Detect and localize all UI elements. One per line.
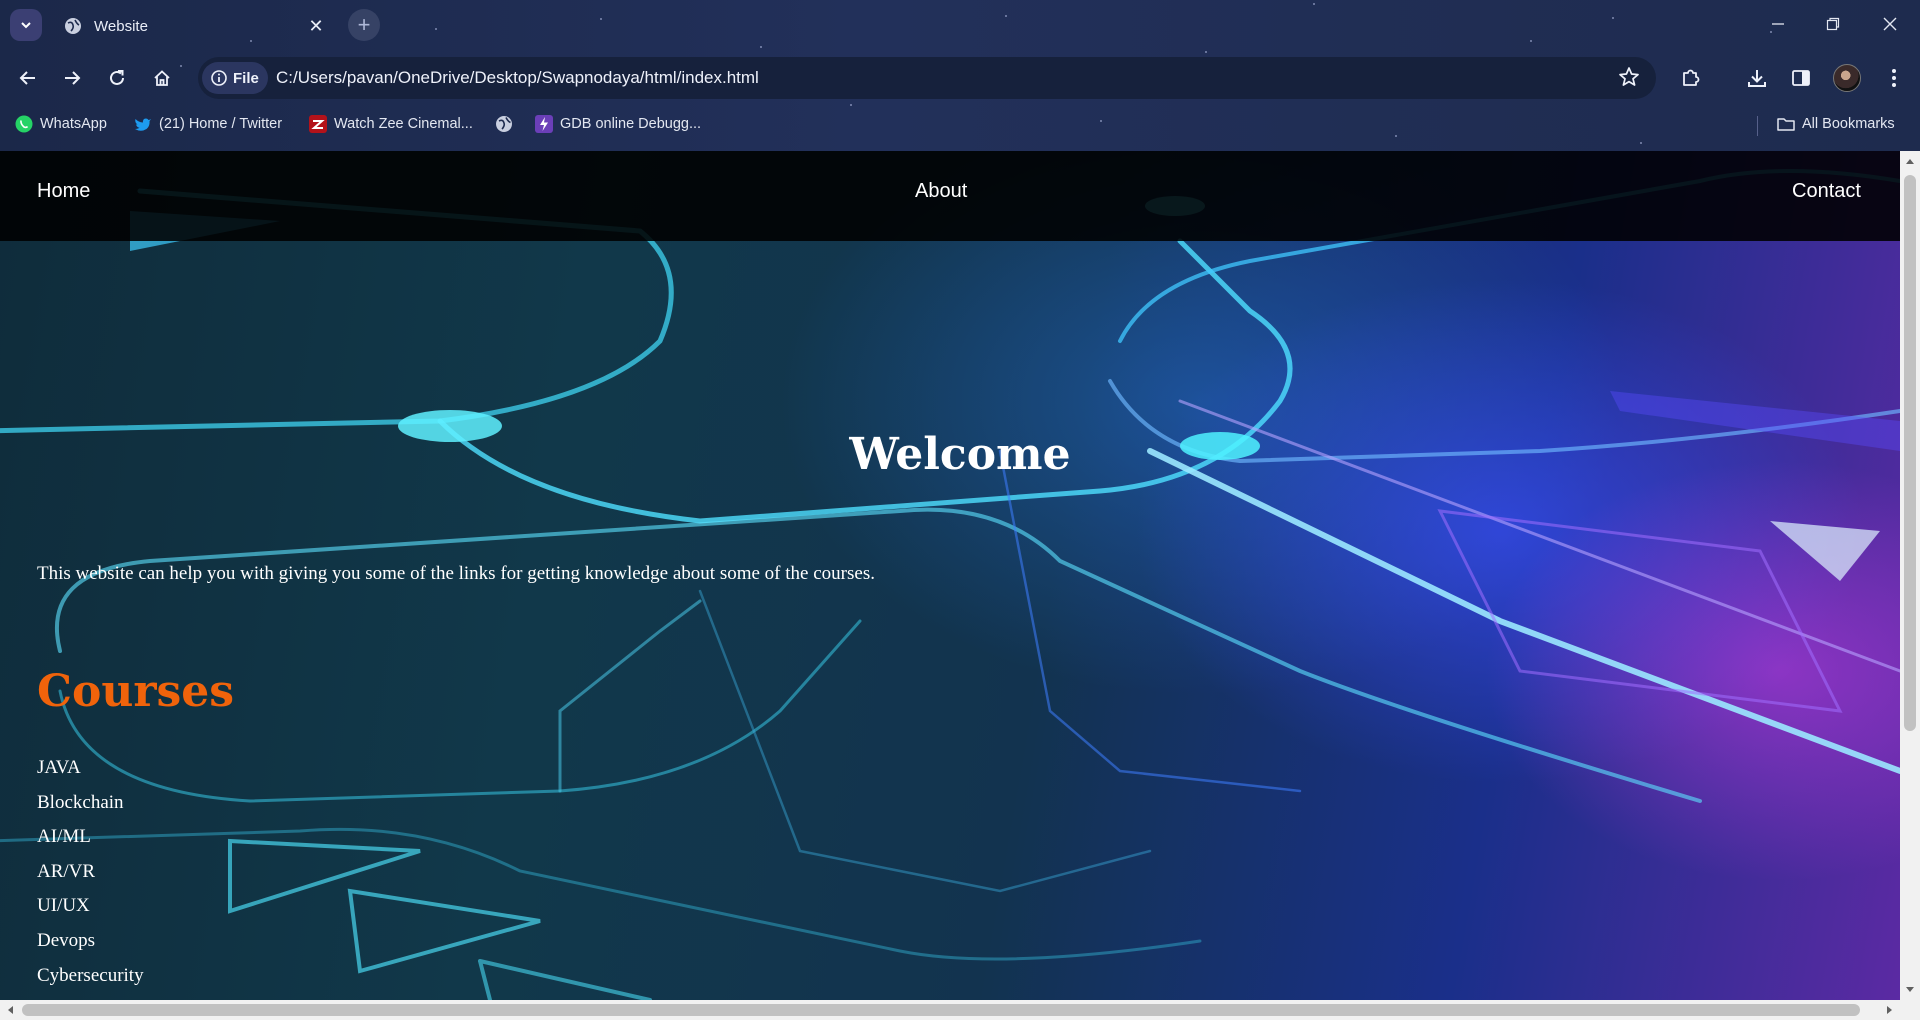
tab-title: Website	[94, 17, 148, 35]
home-icon	[154, 70, 170, 86]
downloads-button[interactable]	[1741, 62, 1773, 94]
tab-search-button[interactable]	[10, 9, 42, 41]
more-vertical-icon	[1892, 69, 1896, 87]
side-panel-button[interactable]	[1785, 62, 1817, 94]
twitter-icon	[133, 114, 153, 134]
bookmark-globe[interactable]	[494, 114, 520, 134]
bookmark-gdb[interactable]: GDB online Debugg...	[534, 114, 701, 134]
course-item: UI/UX	[37, 895, 90, 917]
bookmark-star-button[interactable]	[1618, 66, 1640, 93]
bookmark-label: (21) Home / Twitter	[159, 116, 283, 132]
scroll-left-arrow-icon[interactable]	[6, 1005, 16, 1015]
vertical-scrollbar[interactable]	[1900, 151, 1920, 1000]
nav-link-about[interactable]: About	[915, 180, 967, 203]
globe-icon	[65, 18, 81, 34]
nav-link-contact[interactable]: Contact	[1792, 180, 1861, 203]
side-panel-icon	[1792, 70, 1810, 86]
reload-button[interactable]	[99, 60, 135, 96]
course-item: Cybersecurity	[37, 964, 144, 986]
new-tab-button[interactable]: +	[348, 9, 380, 41]
horizontal-scrollbar-thumb[interactable]	[22, 1004, 1860, 1016]
globe-icon	[494, 114, 514, 134]
close-icon	[1883, 17, 1897, 31]
window-close-button[interactable]	[1865, 6, 1915, 42]
all-bookmarks-label: All Bookmarks	[1802, 116, 1895, 132]
extensions-button[interactable]	[1675, 62, 1707, 94]
gdb-icon	[534, 114, 554, 134]
bookmark-label: Watch Zee Cinemal...	[334, 116, 473, 132]
tab-strip: Website ✕ +	[0, 0, 1920, 50]
course-item: AR/VR	[37, 860, 96, 882]
arrow-left-icon	[19, 71, 35, 85]
browser-toolbar: File C:/Users/pavan/OneDrive/Desktop/Swa…	[0, 55, 1920, 103]
url-text[interactable]: C:/Users/pavan/OneDrive/Desktop/Swapnoda…	[276, 68, 759, 88]
restore-icon	[1826, 17, 1840, 31]
scroll-down-arrow-icon[interactable]	[1905, 984, 1915, 994]
reload-icon	[110, 70, 124, 85]
tab-website[interactable]: Website ✕	[50, 6, 340, 46]
bookmark-twitter[interactable]: (21) Home / Twitter	[133, 114, 282, 134]
bookmark-zee-cinema[interactable]: Watch Zee Cinemal...	[308, 114, 473, 134]
home-button[interactable]	[144, 60, 180, 96]
bookmarks-bar: WhatsApp (21) Home / Twitter Watch Zee C…	[0, 110, 1920, 140]
course-item: Devops	[37, 929, 96, 951]
whatsapp-icon	[14, 114, 34, 134]
menu-button[interactable]	[1878, 62, 1910, 94]
scroll-right-arrow-icon[interactable]	[1884, 1005, 1894, 1015]
bookmarks-divider	[1757, 116, 1758, 136]
intro-paragraph: This website can help you with giving yo…	[37, 563, 875, 584]
folder-icon	[1776, 114, 1796, 134]
back-button[interactable]	[10, 60, 46, 96]
restore-button[interactable]	[1808, 6, 1858, 42]
minimize-icon	[1772, 23, 1784, 25]
puzzle-icon	[1683, 69, 1700, 86]
horizontal-scrollbar[interactable]	[0, 1000, 1920, 1020]
profile-avatar[interactable]	[1833, 64, 1861, 92]
bookmark-whatsapp[interactable]: WhatsApp	[14, 114, 107, 134]
course-item: AI/ML	[37, 826, 91, 848]
bookmark-label: WhatsApp	[40, 116, 107, 132]
browser-chrome: Website ✕ + File C:/Users/pavan/OneDrive…	[0, 0, 1920, 151]
site-info-chip[interactable]: File	[202, 62, 268, 94]
scroll-up-arrow-icon[interactable]	[1905, 157, 1915, 167]
site-navbar: Home About Contact	[0, 151, 1900, 241]
zee-icon	[308, 114, 328, 134]
course-item: Blockchain	[37, 791, 124, 813]
site-info-label: File	[233, 69, 259, 87]
course-item: JAVA	[37, 757, 81, 778]
tab-close-icon[interactable]: ✕	[306, 16, 326, 37]
vertical-scrollbar-thumb[interactable]	[1904, 175, 1916, 731]
download-icon	[1748, 70, 1766, 87]
forward-button[interactable]	[54, 60, 90, 96]
courses-heading: Courses	[37, 666, 235, 717]
bookmark-label: GDB online Debugg...	[560, 116, 702, 132]
arrow-right-icon	[65, 71, 81, 85]
chevron-down-icon	[21, 22, 31, 29]
welcome-heading: Welcome	[849, 429, 1071, 480]
info-icon	[211, 70, 227, 86]
all-bookmarks-button[interactable]: All Bookmarks	[1776, 114, 1895, 134]
address-bar[interactable]: File C:/Users/pavan/OneDrive/Desktop/Swa…	[198, 57, 1656, 99]
page-viewport: Home About Contact Welcome This website …	[0, 151, 1900, 1000]
course-list: JAVA Blockchain AI/ML AR/VR UI/UX Devops…	[37, 755, 144, 997]
nav-link-home[interactable]: Home	[37, 180, 90, 203]
star-icon	[1619, 67, 1639, 86]
minimize-button[interactable]	[1753, 6, 1803, 42]
